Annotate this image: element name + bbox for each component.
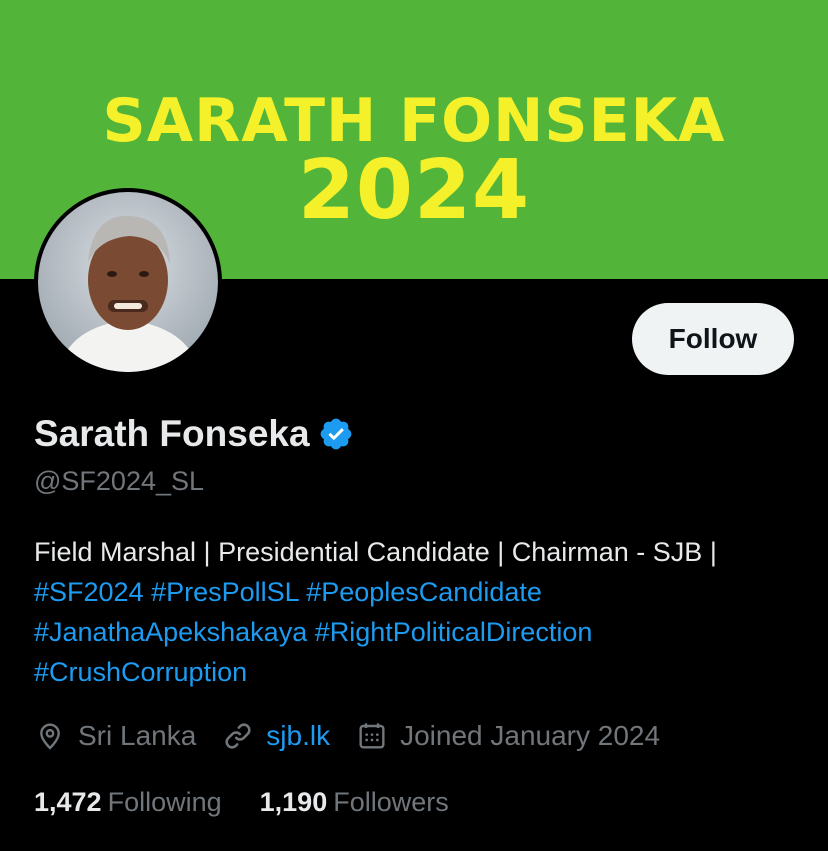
location-text: Sri Lanka [78, 720, 197, 751]
bio-text: Field Marshal | Presidential Candidate |… [34, 537, 717, 567]
join-date-text: Joined January 2024 [400, 720, 661, 751]
avatar-photo [38, 192, 218, 372]
calendar-icon [359, 723, 385, 749]
display-name: Sarath Fonseka [34, 413, 310, 454]
user-handle: @SF2024_SL [34, 466, 205, 496]
location: Sri Lanka [34, 720, 196, 752]
location-pin-icon [40, 723, 60, 750]
hashtag-link[interactable]: #CrushCorruption [34, 657, 247, 687]
join-date: Joined January 2024 [356, 720, 660, 752]
hashtag-link[interactable]: #PeoplesCandidate [306, 577, 542, 607]
link-icon [225, 723, 251, 749]
bio: Field Marshal | Presidential Candidate |… [34, 532, 804, 692]
following-count: 1,472 [34, 787, 102, 817]
hashtag-link[interactable]: #PresPollSL [151, 577, 299, 607]
follow-button[interactable]: Follow [632, 303, 794, 375]
following-label: Following [107, 787, 222, 817]
hashtag-link[interactable]: #SF2024 [34, 577, 144, 607]
followers-count: 1,190 [259, 787, 328, 817]
followers-link[interactable]: 1,190 Followers [260, 782, 449, 822]
hashtag-link[interactable]: #JanathaApekshakaya [34, 617, 307, 647]
following-link[interactable]: 1,472 Following [34, 782, 222, 822]
verified-badge-icon[interactable] [318, 416, 354, 452]
profile-meta: Sri Lanka sjb.lk Joined January 2024 [34, 716, 686, 756]
hashtag-link[interactable]: #RightPoliticalDirection [315, 617, 593, 647]
name-row: Sarath Fonseka [34, 410, 354, 458]
followers-label: Followers [333, 787, 449, 817]
avatar[interactable] [34, 188, 222, 376]
follow-stats: 1,472 Following 1,190 Followers [34, 782, 487, 822]
website[interactable]: sjb.lk [222, 720, 330, 752]
website-link[interactable]: sjb.lk [266, 720, 330, 752]
